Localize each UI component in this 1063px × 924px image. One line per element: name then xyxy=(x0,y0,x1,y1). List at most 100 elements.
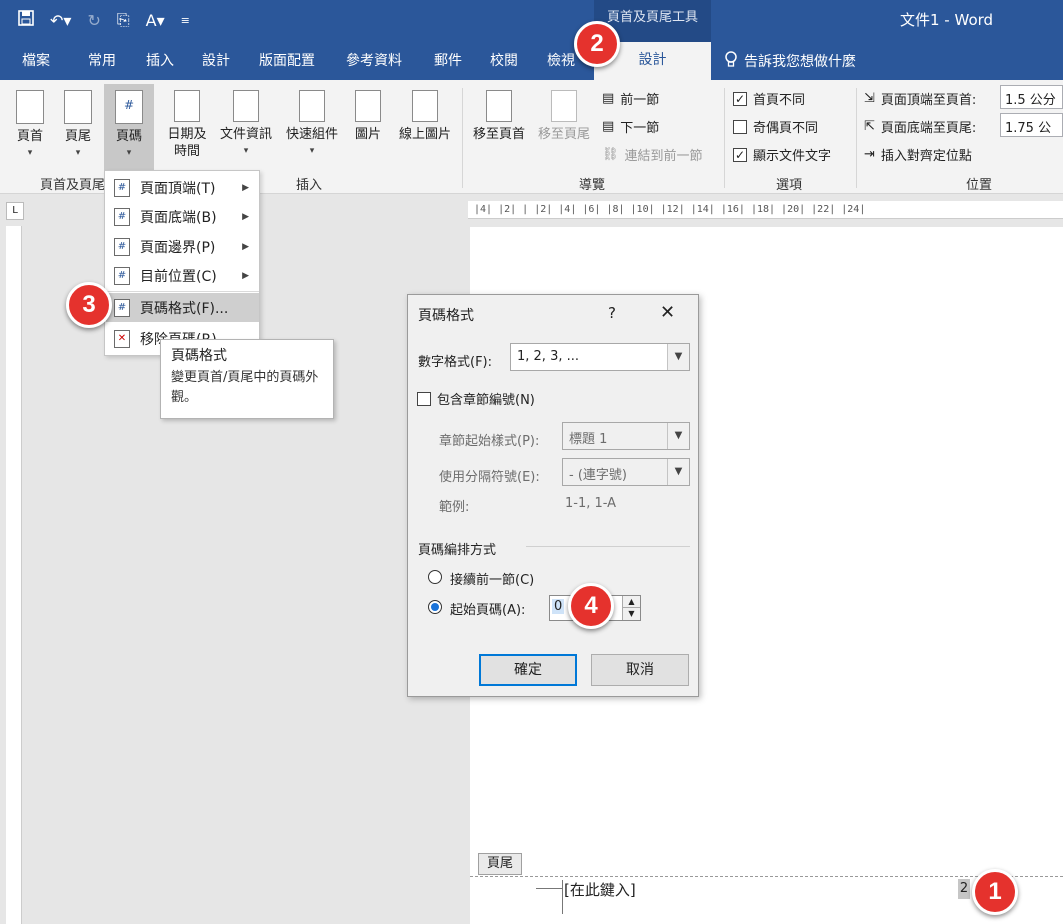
menu-item-page-margins[interactable]: # 頁面邊界(P) ▶ xyxy=(106,232,259,261)
chevron-down-icon: ▼ xyxy=(667,423,689,449)
next-section-button[interactable]: ▤ 下一節 xyxy=(602,117,659,136)
go-to-header-label: 移至頁首 xyxy=(472,127,525,142)
footer-position-icon: ⇱ xyxy=(864,119,875,134)
continue-radio[interactable] xyxy=(428,570,442,584)
tell-me-box[interactable]: 告訴我您想做什麼 xyxy=(724,50,856,72)
font-format-icon[interactable]: A▾ xyxy=(146,11,165,30)
callout-badge-3: 3 xyxy=(66,282,112,328)
header-icon xyxy=(16,90,44,124)
checkbox-checked[interactable]: ✓ xyxy=(733,91,747,106)
save-icon[interactable] xyxy=(18,10,34,30)
cancel-button[interactable]: 取消 xyxy=(591,654,689,686)
undo-icon[interactable]: ↶▾ xyxy=(50,11,71,30)
spin-up-icon[interactable]: ▲ xyxy=(622,596,640,608)
picture-icon xyxy=(355,90,381,122)
date-time-button[interactable]: 日期及 時間 xyxy=(162,90,212,160)
checkbox-checked[interactable]: ✓ xyxy=(733,147,747,162)
spin-down-icon[interactable]: ▼ xyxy=(622,608,640,620)
start-at-label: 起始頁碼(A): xyxy=(450,603,526,618)
submenu-arrow-icon: ▶ xyxy=(242,182,249,193)
footer-tag: 頁尾 xyxy=(478,853,522,875)
checkbox-unchecked[interactable] xyxy=(417,391,431,406)
header-button[interactable]: 頁首 ▾ xyxy=(10,90,50,162)
group-label-insert: 插入 xyxy=(296,178,323,193)
document-info-icon xyxy=(233,90,259,122)
tab-insert[interactable]: 插入 xyxy=(146,50,174,70)
previous-icon: ▤ xyxy=(602,91,615,106)
footer-button[interactable]: 頁尾 ▾ xyxy=(58,90,98,162)
document-info-button[interactable]: 文件資訊 ▾ xyxy=(214,90,278,160)
quick-parts-icon xyxy=(299,90,325,122)
chevron-down-icon: ▼ xyxy=(667,344,689,370)
separator-select[interactable]: - (連字號) ▼ xyxy=(562,458,690,486)
date-label-2: 時間 xyxy=(173,144,200,159)
page-number-field[interactable]: 2 xyxy=(958,879,970,899)
group-label-options: 選項 xyxy=(776,178,803,193)
chapter-style-select[interactable]: 標題 1 ▼ xyxy=(562,422,690,450)
footer-placeholder[interactable]: [在此鍵入] xyxy=(564,879,636,900)
go-to-header-button[interactable]: 移至頁首 xyxy=(468,90,530,143)
quick-parts-button[interactable]: 快速組件 ▾ xyxy=(280,90,344,160)
option-odd-even[interactable]: 奇偶頁不同 xyxy=(733,117,818,136)
tab-view[interactable]: 檢視 xyxy=(547,50,575,70)
tab-design[interactable]: 設計 xyxy=(202,50,230,70)
tooltip: 頁碼格式 變更頁首/頁尾中的頁碼外觀。 xyxy=(160,339,334,419)
tab-mailings[interactable]: 郵件 xyxy=(434,50,462,70)
insert-alignment-tab-button[interactable]: ⇥ 插入對齊定位點 xyxy=(864,145,972,164)
submenu-arrow-icon: ▶ xyxy=(242,241,249,252)
tab-file[interactable]: 檔案 xyxy=(22,50,50,70)
customize-qat-icon[interactable]: ≡ xyxy=(181,14,190,27)
header-position-input[interactable]: 1.5 公分 xyxy=(1000,85,1063,109)
separator-value: - (連字號) xyxy=(569,468,627,483)
ribbon-divider xyxy=(856,88,857,188)
link-icon: ⛓ xyxy=(602,147,619,162)
footer-position-label: 頁面底端至頁尾: xyxy=(880,121,977,136)
tab-selector[interactable]: L xyxy=(6,202,24,220)
footer-indent-mark xyxy=(536,888,562,889)
redo-icon[interactable]: ↻ xyxy=(87,11,100,30)
number-format-select[interactable]: 1, 2, 3, ... ▼ xyxy=(510,343,690,371)
close-icon[interactable]: ✕ xyxy=(660,302,675,323)
previous-section-button[interactable]: ▤ 前一節 xyxy=(602,89,659,108)
menu-item-top-of-page[interactable]: # 頁面頂端(T) ▶ xyxy=(106,173,259,202)
menu-item-label: 頁面頂端(T) xyxy=(140,180,216,197)
document-title: 文件1 - Word xyxy=(900,11,994,29)
option-label: 顯示文件文字 xyxy=(753,149,832,164)
picture-button[interactable]: 圖片 xyxy=(348,90,388,143)
menu-item-format-page-numbers[interactable]: # 頁碼格式(F)... xyxy=(106,293,259,322)
checkbox-unchecked[interactable] xyxy=(733,119,747,134)
vertical-ruler[interactable] xyxy=(6,226,22,924)
tab-references[interactable]: 參考資料 xyxy=(346,50,402,70)
menu-item-bottom-of-page[interactable]: # 頁面底端(B) ▶ xyxy=(106,202,259,231)
page-number-icon: # xyxy=(114,207,130,226)
link-to-previous-button[interactable]: ⛓ 連結到前一節 xyxy=(602,145,703,164)
tab-home[interactable]: 常用 xyxy=(88,50,116,70)
menu-item-current-position[interactable]: # 目前位置(C) ▶ xyxy=(106,261,259,290)
tab-review[interactable]: 校閱 xyxy=(490,50,518,70)
alignment-tab-label: 插入對齊定位點 xyxy=(880,149,972,164)
page-number-icon: # xyxy=(115,90,143,124)
footer-position-input[interactable]: 1.75 公分 xyxy=(1000,113,1063,137)
online-pictures-button[interactable]: 線上圖片 xyxy=(393,90,457,143)
option-show-document-text[interactable]: ✓ 顯示文件文字 xyxy=(733,145,831,164)
tell-me-text: 告訴我您想做什麼 xyxy=(744,54,856,70)
ok-button[interactable]: 確定 xyxy=(479,654,577,686)
previous-label: 前一節 xyxy=(620,93,660,108)
ribbon-divider xyxy=(462,88,463,188)
page-number-button[interactable]: # 頁碼 ▾ xyxy=(106,90,152,162)
online-pictures-icon xyxy=(412,90,438,122)
go-to-footer-button[interactable]: 移至頁尾 xyxy=(532,90,596,143)
page-number-icon: # xyxy=(114,178,130,197)
start-at-radio[interactable] xyxy=(428,600,442,614)
footer-margin-mark xyxy=(562,880,563,914)
help-button[interactable]: ? xyxy=(608,304,616,322)
menu-item-label: 頁碼格式(F)... xyxy=(140,300,229,317)
touch-mode-icon[interactable]: ⎘ xyxy=(117,10,130,30)
include-chapter-option[interactable]: 包含章節編號(N) xyxy=(417,389,535,408)
tab-layout[interactable]: 版面配置 xyxy=(259,50,315,70)
remove-page-number-icon: ✕ xyxy=(114,329,130,348)
horizontal-ruler[interactable]: |4| |2| | |2| |4| |6| |8| |10| |12| |14|… xyxy=(468,201,1063,219)
option-different-first-page[interactable]: ✓ 首頁不同 xyxy=(733,89,805,108)
lightbulb-icon xyxy=(724,50,738,72)
group-label-navigation: 導覽 xyxy=(579,178,606,193)
